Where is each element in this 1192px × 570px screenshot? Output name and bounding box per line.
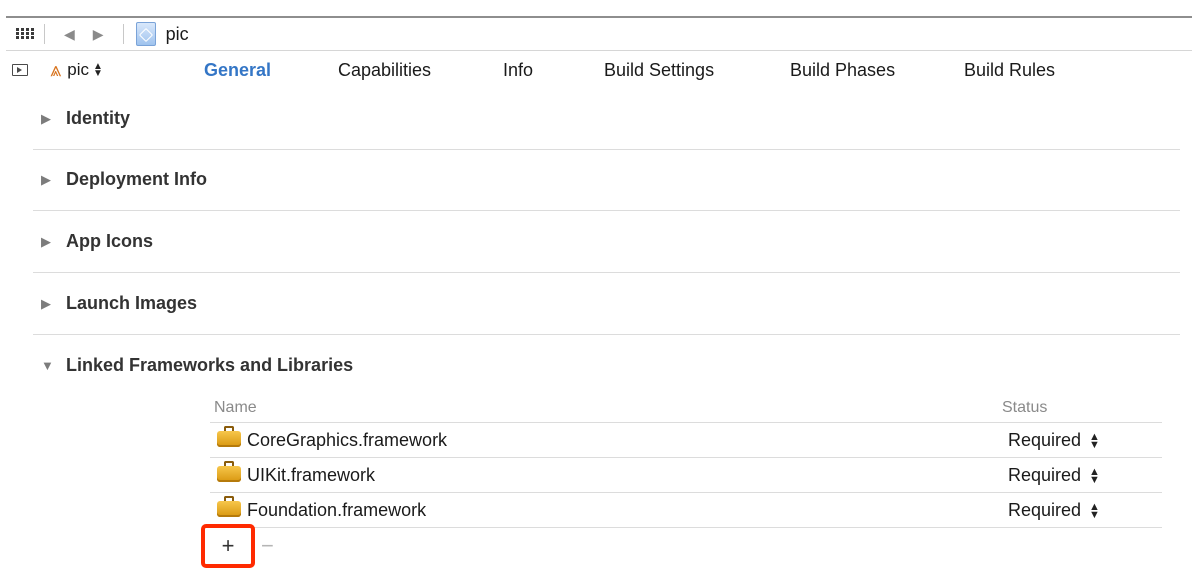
column-header-name[interactable]: Name	[214, 399, 257, 417]
app-target-icon: ⩓	[50, 59, 62, 81]
framework-status-popup[interactable]: Required ▲ ▼	[1008, 500, 1100, 521]
updown-chevron-icon: ▲ ▼	[1089, 430, 1100, 451]
section-identity[interactable]: ▶ Identity	[33, 88, 1180, 150]
jump-bar: ◀ ▶ pic	[6, 18, 1192, 51]
jumpbar-title[interactable]: pic	[166, 24, 189, 45]
status-label: Required	[1008, 430, 1082, 450]
back-arrow-icon[interactable]: ◀	[64, 26, 75, 43]
tab-capabilities[interactable]: Capabilities	[338, 60, 431, 81]
related-items-grid-icon[interactable]	[16, 28, 34, 40]
table-row[interactable]: UIKit.framework Required ▲ ▼	[210, 458, 1162, 493]
disclosure-triangle-icon[interactable]: ▶	[41, 234, 57, 250]
section-title: Linked Frameworks and Libraries	[66, 354, 354, 375]
framework-briefcase-icon	[217, 461, 241, 482]
jumpbar-separator	[44, 24, 45, 44]
framework-briefcase-icon	[217, 496, 241, 517]
section-deployment-info[interactable]: ▶ Deployment Info	[33, 149, 1180, 211]
tab-info[interactable]: Info	[503, 60, 533, 81]
tab-build-phases[interactable]: Build Phases	[790, 60, 895, 81]
disclosure-triangle-icon[interactable]: ▶	[41, 172, 57, 188]
jumpbar-separator	[122, 24, 124, 44]
framework-briefcase-icon	[217, 426, 241, 447]
disclosure-triangle-icon[interactable]: ▶	[41, 296, 57, 312]
table-header: Name Status	[210, 396, 1162, 423]
show-hide-targets-icon[interactable]	[12, 64, 28, 76]
section-linked-frameworks[interactable]: ▼ Linked Frameworks and Libraries	[33, 340, 353, 390]
section-title: Launch Images	[66, 293, 198, 313]
add-framework-button[interactable]: +	[201, 524, 255, 568]
target-selector[interactable]: pic	[67, 60, 89, 80]
tab-general[interactable]: General	[204, 60, 271, 81]
disclosure-triangle-icon[interactable]: ▶	[41, 111, 57, 127]
column-header-status[interactable]: Status	[1002, 399, 1047, 417]
table-row[interactable]: Foundation.framework Required ▲ ▼	[210, 493, 1162, 528]
project-file-icon	[135, 22, 156, 46]
framework-name: UIKit.framework	[247, 465, 376, 485]
section-title: Identity	[66, 108, 131, 128]
section-launch-images[interactable]: ▶ Launch Images	[33, 273, 1180, 335]
forward-arrow-icon[interactable]: ▶	[93, 26, 104, 43]
editor-tab-bar: ⩓ pic ▲ ▼ General Capabilities Info Build…	[6, 51, 1192, 89]
section-app-icons[interactable]: ▶ App Icons	[33, 211, 1180, 273]
remove-framework-button[interactable]: −	[261, 533, 274, 559]
framework-name: CoreGraphics.framework	[247, 430, 448, 450]
disclosure-triangle-expanded-icon[interactable]: ▼	[41, 358, 57, 373]
section-title: App Icons	[66, 231, 154, 251]
tab-build-rules[interactable]: Build Rules	[964, 60, 1055, 81]
updown-chevron-icon: ▲ ▼	[1089, 500, 1100, 521]
framework-name: Foundation.framework	[247, 500, 427, 520]
framework-status-popup[interactable]: Required ▲ ▼	[1008, 430, 1100, 451]
updown-chevron-icon: ▲ ▼	[1089, 465, 1100, 486]
frameworks-table: Name Status CoreGraphics.framework Requi…	[210, 396, 1162, 528]
framework-status-popup[interactable]: Required ▲ ▼	[1008, 465, 1100, 486]
table-row[interactable]: CoreGraphics.framework Required ▲ ▼	[210, 423, 1162, 458]
section-title: Deployment Info	[66, 169, 208, 189]
status-label: Required	[1008, 500, 1082, 520]
add-remove-controls: + −	[201, 524, 274, 568]
tab-build-settings[interactable]: Build Settings	[604, 60, 714, 81]
status-label: Required	[1008, 465, 1082, 485]
updown-chevron-icon[interactable]: ▲ ▼	[93, 62, 103, 79]
